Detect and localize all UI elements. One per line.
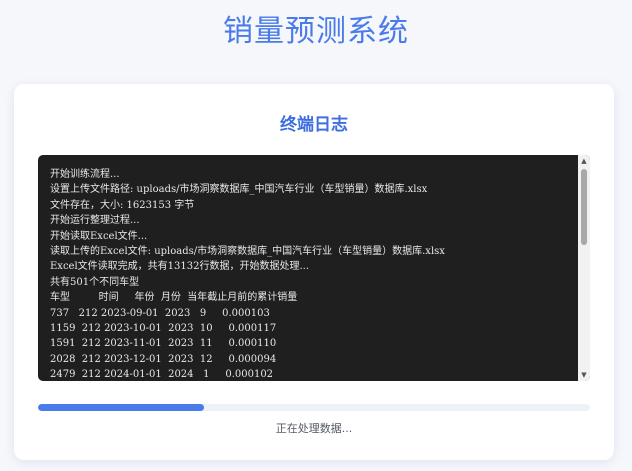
progress-bar bbox=[38, 404, 590, 411]
log-line: 读取上传的Excel文件: uploads/市场洞察数据库_中国汽车行业（车型销… bbox=[50, 246, 445, 258]
log-line: 1591 212 2023-11-01 2023 11 0.000110 bbox=[50, 338, 277, 350]
log-line: 文件存在，大小: 1623153 字节 bbox=[50, 199, 195, 211]
scroll-up-icon[interactable]: ▲ bbox=[578, 155, 590, 167]
card-title: 终端日志 bbox=[280, 115, 348, 135]
page: 销量预测系统 终端日志 开始训练流程... 设置上传文件路径: uploads/市… bbox=[0, 0, 632, 471]
app-title: 销量预测系统 bbox=[223, 14, 409, 49]
log-line: 开始训练流程... bbox=[50, 169, 120, 180]
scroll-down-icon[interactable]: ▼ bbox=[578, 369, 590, 381]
progress-bar-fill bbox=[38, 404, 204, 411]
log-line: 车型 时间 年份 月份 当年截止月前的累计销量 bbox=[50, 292, 298, 304]
log-line: 2028 212 2023-12-01 2023 12 0.000094 bbox=[50, 353, 277, 365]
log-line: 开始运行整理过程... bbox=[50, 215, 140, 227]
log-line: 设置上传文件路径: uploads/市场洞察数据库_中国汽车行业（车型销量）数据… bbox=[50, 184, 428, 196]
log-line: 1159 212 2023-10-01 2023 10 0.000117 bbox=[50, 323, 277, 335]
status-text: 正在处理数据... bbox=[275, 422, 353, 435]
log-line: 2479 212 2024-01-01 2024 1 0.000102 bbox=[50, 369, 274, 377]
log-card: 终端日志 开始训练流程... 设置上传文件路径: uploads/市场洞察数据库_… bbox=[14, 84, 614, 460]
scroll-thumb[interactable] bbox=[581, 169, 587, 245]
terminal-log[interactable]: 开始训练流程... 设置上传文件路径: uploads/市场洞察数据库_中国汽车行… bbox=[38, 155, 590, 381]
log-line: 共有501个不同车型 bbox=[50, 276, 140, 288]
terminal-log-body: 开始训练流程... 设置上传文件路径: uploads/市场洞察数据库_中国汽车行… bbox=[50, 167, 570, 377]
terminal-scrollbar[interactable]: ▲ ▼ bbox=[578, 155, 590, 381]
log-line: 737 212 2023-09-01 2023 9 0.000103 bbox=[50, 307, 270, 319]
log-line: 开始读取Excel文件... bbox=[50, 230, 148, 242]
log-line: Excel文件读取完成，共有13132行数据，开始数据处理... bbox=[50, 261, 310, 273]
